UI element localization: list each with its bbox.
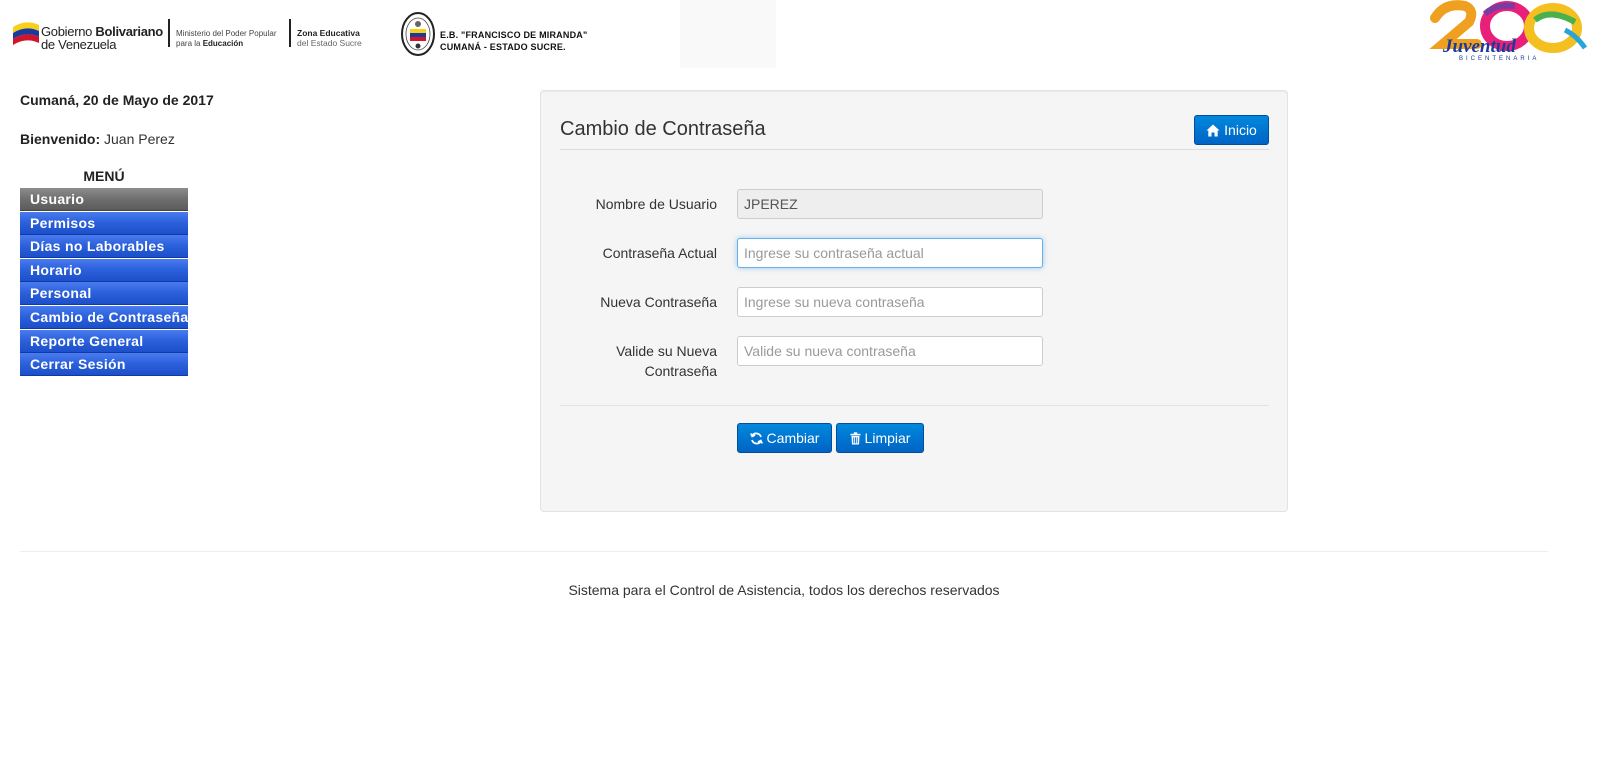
ministerio-line1: Ministerio del Poder Popular bbox=[176, 29, 277, 38]
school-seal-icon bbox=[401, 12, 435, 56]
trash-icon bbox=[850, 431, 861, 444]
confirm-label-line1: Valide su Nueva bbox=[616, 343, 717, 359]
welcome-message: Bienvenido: Juan Perez bbox=[20, 131, 175, 147]
header-banner-inner: Gobierno Bolivariano de Venezuela Minist… bbox=[0, 0, 680, 68]
ministerio-text: Ministerio del Poder Popular para la Edu… bbox=[176, 29, 277, 49]
username-label: Nombre de Usuario bbox=[595, 196, 717, 212]
welcome-user: Juan Perez bbox=[100, 131, 175, 147]
title-divider bbox=[560, 149, 1269, 150]
header-divider bbox=[168, 19, 170, 47]
sidebar-item-cerrar-sesion[interactable]: Cerrar Sesión bbox=[20, 353, 188, 377]
confirm-password-label: Valide su Nueva Contraseña bbox=[616, 341, 717, 381]
cambiar-label: Cambiar bbox=[766, 430, 820, 446]
cambiar-button[interactable]: Cambiar bbox=[737, 423, 832, 453]
sidebar-item-personal[interactable]: Personal bbox=[20, 282, 188, 306]
limpiar-label: Limpiar bbox=[864, 430, 911, 446]
sidebar-item-permisos[interactable]: Permisos bbox=[20, 211, 188, 235]
change-password-panel: Cambio de Contraseña Inicio Nombre de Us… bbox=[540, 90, 1288, 512]
inicio-label: Inicio bbox=[1224, 122, 1257, 138]
logo-bicentenaria-text: BICENTENARIA bbox=[1459, 56, 1539, 62]
footer-divider bbox=[20, 551, 1548, 552]
header-banner: Gobierno Bolivariano de Venezuela Minist… bbox=[0, 0, 776, 68]
zona-line2: del Estado Sucre bbox=[297, 38, 362, 48]
footer-text: Sistema para el Control de Asistencia, t… bbox=[568, 582, 1000, 598]
sidebar-menu: Usuario Permisos Días no Laborables Hora… bbox=[20, 188, 188, 377]
school-name-text: E.B. "FRANCISCO DE MIRANDA" CUMANÁ - EST… bbox=[440, 29, 587, 53]
confirm-label-line2: Contraseña bbox=[644, 363, 717, 379]
new-password-input[interactable] bbox=[737, 287, 1043, 317]
refresh-icon bbox=[749, 432, 763, 444]
ministerio-line2-b: Educación bbox=[202, 39, 244, 48]
zona-line1: Zona Educativa bbox=[297, 28, 360, 38]
bicentenario-logo: Juventud BICENTENARIA bbox=[1429, 0, 1588, 62]
header-divider bbox=[289, 19, 291, 47]
home-icon bbox=[1206, 124, 1220, 136]
sidebar-item-dias-no-laborables[interactable]: Días no Laborables bbox=[20, 235, 188, 259]
gobierno-text: Gobierno Bolivariano de Venezuela bbox=[41, 25, 163, 51]
welcome-label: Bienvenido: bbox=[20, 131, 101, 147]
logo-juventud-text: Juventud bbox=[1442, 36, 1516, 57]
sidebar-item-cambio-contrasena[interactable]: Cambio de Contraseña bbox=[20, 305, 188, 329]
school-line2: CUMANÁ - ESTADO SUCRE. bbox=[440, 42, 566, 52]
new-password-label: Nueva Contraseña bbox=[600, 294, 717, 310]
school-line1: E.B. "FRANCISCO DE MIRANDA" bbox=[440, 30, 588, 40]
inicio-button[interactable]: Inicio bbox=[1194, 115, 1269, 145]
sidebar-item-usuario[interactable]: Usuario bbox=[20, 188, 188, 211]
page-title: Cambio de Contraseña bbox=[560, 118, 766, 140]
gobierno-line2: de Venezuela bbox=[41, 37, 117, 52]
menu-title: MENÚ bbox=[83, 168, 125, 184]
zona-educativa-text: Zona Educativa del Estado Sucre bbox=[297, 28, 362, 48]
sidebar-item-reporte-general[interactable]: Reporte General bbox=[20, 329, 188, 353]
ministerio-line2-a: para la bbox=[176, 39, 203, 48]
limpiar-button[interactable]: Limpiar bbox=[836, 423, 924, 453]
current-password-label: Contraseña Actual bbox=[602, 245, 717, 261]
current-date: Cumaná, 20 de Mayo de 2017 bbox=[20, 92, 214, 108]
form-divider bbox=[560, 405, 1269, 406]
username-field: JPEREZ bbox=[737, 189, 1043, 219]
sidebar-item-horario[interactable]: Horario bbox=[20, 258, 188, 282]
venezuela-flag-icon bbox=[13, 22, 39, 45]
current-password-input[interactable] bbox=[737, 238, 1043, 268]
confirm-password-input[interactable] bbox=[737, 336, 1043, 366]
